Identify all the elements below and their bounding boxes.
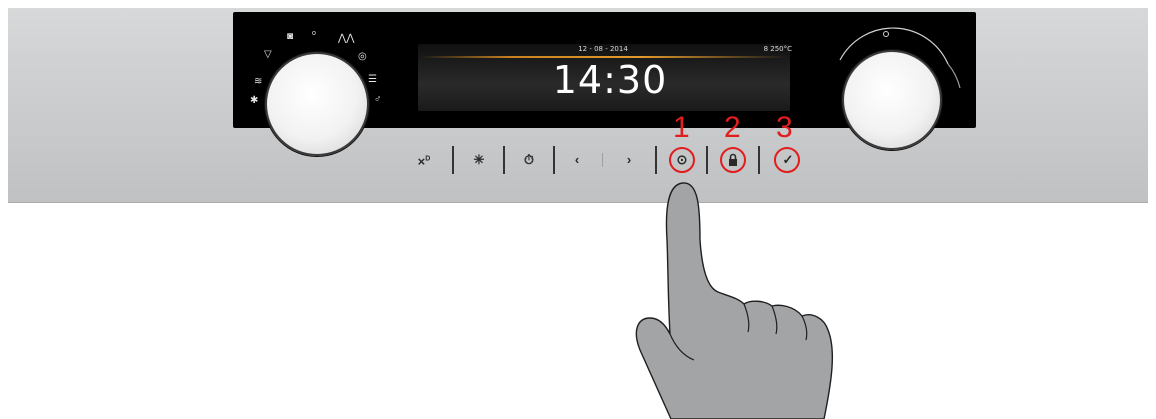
pointing-hand-illustration	[635, 182, 834, 419]
